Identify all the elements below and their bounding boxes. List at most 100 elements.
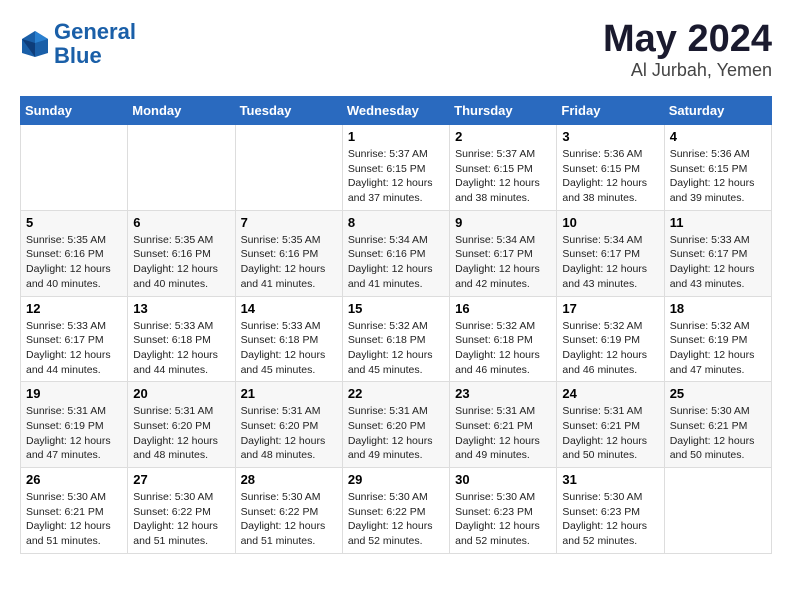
cell-info: Sunrise: 5:34 AMSunset: 6:16 PMDaylight:…: [348, 233, 444, 292]
calendar-cell: 29 Sunrise: 5:30 AMSunset: 6:22 PMDayligh…: [342, 468, 449, 554]
calendar-cell: 13 Sunrise: 5:33 AMSunset: 6:18 PMDayligh…: [128, 296, 235, 382]
cell-info: Sunrise: 5:30 AMSunset: 6:23 PMDaylight:…: [455, 490, 551, 549]
cell-info: Sunrise: 5:32 AMSunset: 6:19 PMDaylight:…: [670, 319, 766, 378]
logo-line2: Blue: [54, 43, 102, 68]
calendar-cell: 28 Sunrise: 5:30 AMSunset: 6:22 PMDayligh…: [235, 468, 342, 554]
calendar-cell: 26 Sunrise: 5:30 AMSunset: 6:21 PMDayligh…: [21, 468, 128, 554]
day-number: 31: [562, 472, 658, 487]
day-number: 24: [562, 386, 658, 401]
cell-info: Sunrise: 5:30 AMSunset: 6:22 PMDaylight:…: [241, 490, 337, 549]
cell-info: Sunrise: 5:35 AMSunset: 6:16 PMDaylight:…: [241, 233, 337, 292]
header-thursday: Thursday: [450, 97, 557, 125]
day-number: 11: [670, 215, 766, 230]
cell-info: Sunrise: 5:32 AMSunset: 6:18 PMDaylight:…: [348, 319, 444, 378]
cell-info: Sunrise: 5:31 AMSunset: 6:19 PMDaylight:…: [26, 404, 122, 463]
day-number: 14: [241, 301, 337, 316]
day-number: 29: [348, 472, 444, 487]
cell-info: Sunrise: 5:30 AMSunset: 6:23 PMDaylight:…: [562, 490, 658, 549]
cell-info: Sunrise: 5:33 AMSunset: 6:18 PMDaylight:…: [241, 319, 337, 378]
header-monday: Monday: [128, 97, 235, 125]
cell-info: Sunrise: 5:30 AMSunset: 6:21 PMDaylight:…: [26, 490, 122, 549]
calendar-cell: 1Sunrise: 5:37 AMSunset: 6:15 PMDaylight…: [342, 125, 449, 211]
calendar-cell: 2Sunrise: 5:37 AMSunset: 6:15 PMDaylight…: [450, 125, 557, 211]
day-number: 25: [670, 386, 766, 401]
day-number: 12: [26, 301, 122, 316]
calendar-cell: 27 Sunrise: 5:30 AMSunset: 6:22 PMDayligh…: [128, 468, 235, 554]
calendar-table: SundayMondayTuesdayWednesdayThursdayFrid…: [20, 96, 772, 554]
cell-info: Sunrise: 5:34 AMSunset: 6:17 PMDaylight:…: [455, 233, 551, 292]
cell-info: Sunrise: 5:31 AMSunset: 6:20 PMDaylight:…: [348, 404, 444, 463]
calendar-week-5: 26 Sunrise: 5:30 AMSunset: 6:21 PMDayligh…: [21, 468, 772, 554]
day-number: 19: [26, 386, 122, 401]
calendar-cell: 14 Sunrise: 5:33 AMSunset: 6:18 PMDayligh…: [235, 296, 342, 382]
day-number: 18: [670, 301, 766, 316]
day-number: 15: [348, 301, 444, 316]
month-title: May 2024: [603, 20, 772, 58]
calendar-cell: 5Sunrise: 5:35 AMSunset: 6:16 PMDaylight…: [21, 210, 128, 296]
calendar-cell: [235, 125, 342, 211]
cell-info: Sunrise: 5:34 AMSunset: 6:17 PMDaylight:…: [562, 233, 658, 292]
day-number: 26: [26, 472, 122, 487]
day-number: 13: [133, 301, 229, 316]
calendar-cell: 20Sunrise: 5:31 AMSunset: 6:20 PMDayligh…: [128, 382, 235, 468]
calendar-cell: 19 Sunrise: 5:31 AMSunset: 6:19 PMDayligh…: [21, 382, 128, 468]
logo-text: General Blue: [54, 20, 136, 68]
day-number: 21: [241, 386, 337, 401]
calendar-cell: 30 Sunrise: 5:30 AMSunset: 6:23 PMDayligh…: [450, 468, 557, 554]
title-block: May 2024 Al Jurbah, Yemen: [603, 20, 772, 81]
calendar-week-4: 19 Sunrise: 5:31 AMSunset: 6:19 PMDayligh…: [21, 382, 772, 468]
cell-info: Sunrise: 5:30 AMSunset: 6:22 PMDaylight:…: [133, 490, 229, 549]
cell-info: Sunrise: 5:35 AMSunset: 6:16 PMDaylight:…: [26, 233, 122, 292]
calendar-cell: 10 Sunrise: 5:34 AMSunset: 6:17 PMDayligh…: [557, 210, 664, 296]
calendar-cell: 4Sunrise: 5:36 AMSunset: 6:15 PMDaylight…: [664, 125, 771, 211]
calendar-cell: 6Sunrise: 5:35 AMSunset: 6:16 PMDaylight…: [128, 210, 235, 296]
calendar-cell: 23Sunrise: 5:31 AMSunset: 6:21 PMDayligh…: [450, 382, 557, 468]
cell-info: Sunrise: 5:31 AMSunset: 6:21 PMDaylight:…: [562, 404, 658, 463]
calendar-cell: 22 Sunrise: 5:31 AMSunset: 6:20 PMDayligh…: [342, 382, 449, 468]
day-number: 9: [455, 215, 551, 230]
day-number: 30: [455, 472, 551, 487]
day-number: 20: [133, 386, 229, 401]
logo: General Blue: [20, 20, 136, 68]
calendar-cell: 21Sunrise: 5:31 AMSunset: 6:20 PMDayligh…: [235, 382, 342, 468]
calendar-cell: [664, 468, 771, 554]
cell-info: Sunrise: 5:30 AMSunset: 6:21 PMDaylight:…: [670, 404, 766, 463]
day-number: 4: [670, 129, 766, 144]
day-number: 8: [348, 215, 444, 230]
header-tuesday: Tuesday: [235, 97, 342, 125]
calendar-cell: 12 Sunrise: 5:33 AMSunset: 6:17 PMDayligh…: [21, 296, 128, 382]
cell-info: Sunrise: 5:33 AMSunset: 6:17 PMDaylight:…: [26, 319, 122, 378]
day-number: 2: [455, 129, 551, 144]
calendar-cell: 17 Sunrise: 5:32 AMSunset: 6:19 PMDayligh…: [557, 296, 664, 382]
calendar-cell: 8 Sunrise: 5:34 AMSunset: 6:16 PMDaylight…: [342, 210, 449, 296]
cell-info: Sunrise: 5:30 AMSunset: 6:22 PMDaylight:…: [348, 490, 444, 549]
header-friday: Friday: [557, 97, 664, 125]
day-number: 22: [348, 386, 444, 401]
day-number: 27: [133, 472, 229, 487]
cell-info: Sunrise: 5:32 AMSunset: 6:19 PMDaylight:…: [562, 319, 658, 378]
page-header: General Blue May 2024 Al Jurbah, Yemen: [20, 20, 772, 81]
header-sunday: Sunday: [21, 97, 128, 125]
day-number: 28: [241, 472, 337, 487]
calendar-cell: 3 Sunrise: 5:36 AMSunset: 6:15 PMDaylight…: [557, 125, 664, 211]
day-number: 7: [241, 215, 337, 230]
day-number: 17: [562, 301, 658, 316]
cell-info: Sunrise: 5:37 AMSunset: 6:15 PMDaylight:…: [348, 147, 444, 206]
header-saturday: Saturday: [664, 97, 771, 125]
cell-info: Sunrise: 5:36 AMSunset: 6:15 PMDaylight:…: [562, 147, 658, 206]
calendar-cell: 16Sunrise: 5:32 AMSunset: 6:18 PMDayligh…: [450, 296, 557, 382]
calendar-cell: 25 Sunrise: 5:30 AMSunset: 6:21 PMDayligh…: [664, 382, 771, 468]
calendar-cell: 31 Sunrise: 5:30 AMSunset: 6:23 PMDayligh…: [557, 468, 664, 554]
day-number: 3: [562, 129, 658, 144]
calendar-cell: 7 Sunrise: 5:35 AMSunset: 6:16 PMDaylight…: [235, 210, 342, 296]
calendar-cell: 24 Sunrise: 5:31 AMSunset: 6:21 PMDayligh…: [557, 382, 664, 468]
calendar-week-3: 12 Sunrise: 5:33 AMSunset: 6:17 PMDayligh…: [21, 296, 772, 382]
logo-line1: General: [54, 19, 136, 44]
calendar-week-2: 5Sunrise: 5:35 AMSunset: 6:16 PMDaylight…: [21, 210, 772, 296]
calendar-cell: [21, 125, 128, 211]
day-number: 10: [562, 215, 658, 230]
location-title: Al Jurbah, Yemen: [603, 60, 772, 81]
cell-info: Sunrise: 5:33 AMSunset: 6:18 PMDaylight:…: [133, 319, 229, 378]
header-wednesday: Wednesday: [342, 97, 449, 125]
cell-info: Sunrise: 5:33 AMSunset: 6:17 PMDaylight:…: [670, 233, 766, 292]
